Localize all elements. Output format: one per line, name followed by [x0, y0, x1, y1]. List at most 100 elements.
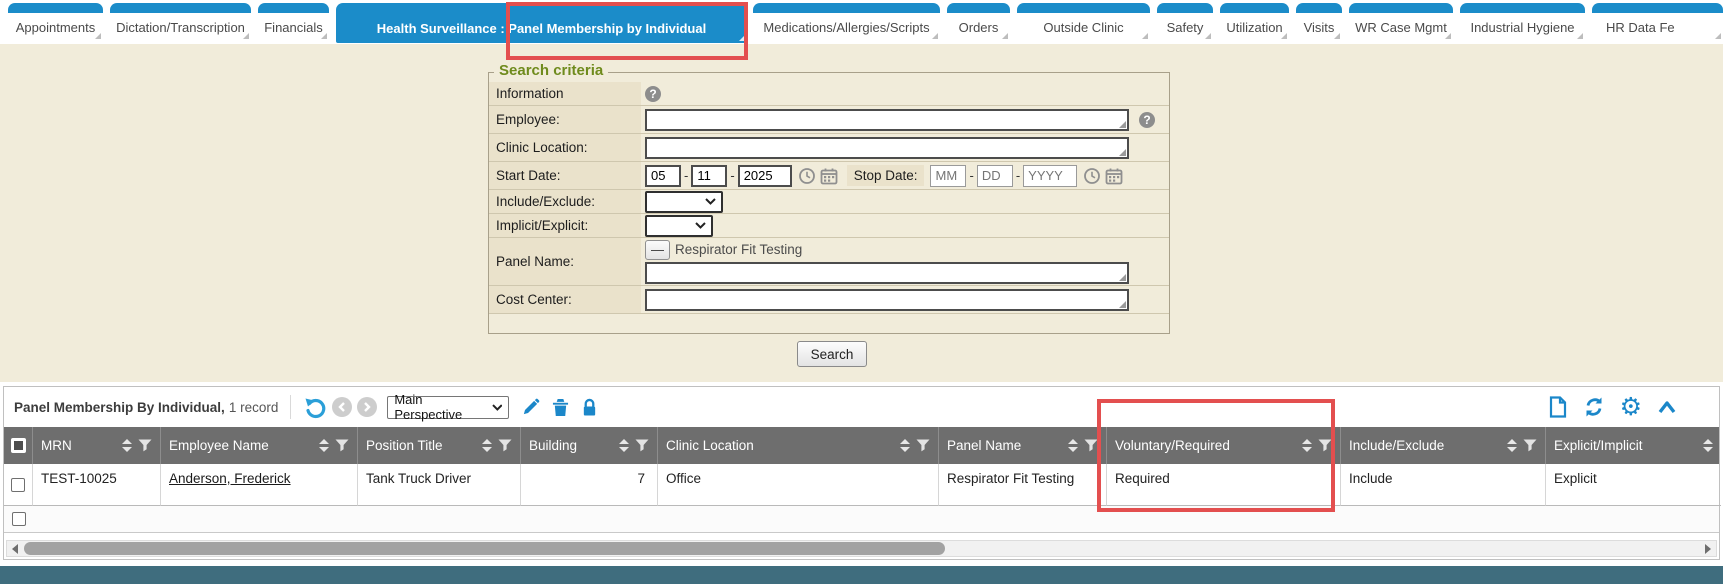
stop-day-input[interactable] [977, 165, 1013, 187]
start-date-label: Start Date: [489, 162, 641, 189]
header-cell-include-exclude: Include/Exclude [1341, 427, 1546, 464]
stop-date-label: Stop Date: [847, 165, 925, 186]
filter-funnel-icon[interactable] [635, 439, 649, 452]
sort-icon[interactable] [1302, 439, 1312, 452]
scroll-left-icon [12, 544, 18, 554]
tab-visits[interactable]: Visits [1296, 3, 1342, 41]
stop-year-input[interactable] [1023, 165, 1077, 187]
tab-dictation-transcription[interactable]: Dictation/Transcription [110, 3, 251, 41]
tab-label: HR Data Fe [1606, 20, 1675, 35]
column-label: Position Title [366, 438, 443, 453]
dropdown-chevron-icon [705, 198, 716, 205]
form-row-clinic-location: Clinic Location: [489, 134, 1169, 162]
cost-center-label: Cost Center: [489, 286, 641, 313]
refresh-icon[interactable] [1583, 396, 1605, 418]
search-button[interactable]: Search [797, 341, 867, 367]
include-exclude-select[interactable] [645, 191, 723, 213]
clinic-location-input[interactable] [645, 137, 1129, 159]
calendar-icon[interactable] [820, 167, 838, 185]
clock-icon[interactable] [1083, 167, 1101, 185]
start-day-input[interactable] [691, 165, 727, 187]
tab-utilization[interactable]: Utilization [1220, 3, 1289, 41]
row-checkbox[interactable] [11, 478, 25, 492]
tab-outside-clinic[interactable]: Outside Clinic [1017, 3, 1150, 41]
horizontal-scrollbar[interactable] [6, 540, 1717, 557]
header-cell-clinic-location: Clinic Location [658, 427, 939, 464]
gear-icon[interactable]: ⚙ [1620, 397, 1642, 417]
employee-link[interactable]: Anderson, Frederick [169, 471, 291, 486]
undo-icon[interactable] [303, 395, 327, 419]
previous-page-button[interactable] [332, 397, 352, 417]
tab-hr-data-feed[interactable]: HR Data Fe [1592, 3, 1723, 41]
tab-label: Dictation/Transcription [116, 20, 245, 35]
filter-funnel-icon[interactable] [138, 439, 152, 452]
tab-financials[interactable]: Financials [258, 3, 329, 41]
sort-icon[interactable] [1507, 439, 1517, 452]
select-all-checkbox[interactable] [11, 438, 26, 453]
filter-funnel-icon[interactable] [1084, 439, 1098, 452]
scroll-right-icon [1705, 544, 1711, 554]
next-page-button[interactable] [357, 397, 377, 417]
tab-label: Safety [1167, 20, 1204, 35]
column-label: Employee Name [169, 438, 269, 453]
window-footer-bar [0, 566, 1723, 584]
tab-label: Appointments [16, 20, 96, 35]
perspective-select[interactable]: Main Perspective [387, 396, 509, 419]
scroll-right-button[interactable] [1700, 541, 1716, 556]
tab-safety[interactable]: Safety [1157, 3, 1213, 41]
delete-perspective-button[interactable] [552, 398, 569, 417]
employee-label: Employee: [489, 106, 641, 133]
dropdown-chevron-icon [492, 404, 503, 411]
tab-health-surveillance-panel-membership[interactable]: Health Surveillance : Panel Membership b… [336, 3, 747, 43]
empty-table-row [4, 506, 1719, 533]
tab-medications-allergies-scripts[interactable]: Medications/Allergies/Scripts [753, 3, 940, 41]
tab-industrial-hygiene[interactable]: Industrial Hygiene [1460, 3, 1585, 41]
scroll-left-button[interactable] [7, 541, 23, 556]
lock-perspective-button[interactable] [581, 398, 598, 417]
calendar-icon[interactable] [1105, 167, 1123, 185]
start-month-input[interactable] [645, 165, 681, 187]
filter-funnel-icon[interactable] [498, 439, 512, 452]
sort-icon[interactable] [482, 439, 492, 452]
tab-wr-case-mgmt[interactable]: WR Case Mgmt [1349, 3, 1453, 41]
help-icon[interactable]: ? [1139, 112, 1155, 128]
cost-center-input[interactable] [645, 289, 1129, 311]
sort-icon[interactable] [900, 439, 910, 452]
results-panel: Panel Membership By Individual, 1 record… [3, 386, 1720, 560]
filter-funnel-icon[interactable] [335, 439, 349, 452]
record-count: 1 record [229, 400, 279, 415]
sort-icon[interactable] [319, 439, 329, 452]
panel-name-input[interactable] [645, 262, 1129, 284]
cell-clinic-location: Office [658, 464, 939, 506]
sort-icon[interactable] [1703, 439, 1713, 452]
filter-funnel-icon[interactable] [1318, 439, 1332, 452]
panel-name-label: Panel Name: [489, 238, 641, 285]
implicit-explicit-select[interactable] [645, 215, 713, 237]
date-separator: - [684, 168, 688, 183]
tab-appointments[interactable]: Appointments [8, 3, 103, 41]
stop-month-input[interactable] [930, 165, 966, 187]
new-document-icon[interactable] [1548, 396, 1568, 418]
tab-label: Financials [264, 20, 323, 35]
include-exclude-label: Include/Exclude: [489, 190, 641, 213]
filter-funnel-icon[interactable] [1523, 439, 1537, 452]
help-icon[interactable]: ? [645, 86, 661, 102]
sort-icon[interactable] [122, 439, 132, 452]
sort-icon[interactable] [619, 439, 629, 452]
start-year-input[interactable] [738, 165, 792, 187]
employee-input[interactable] [645, 109, 1129, 131]
collapse-icon[interactable] [1657, 400, 1677, 414]
edit-perspective-button[interactable] [521, 398, 540, 417]
filter-funnel-icon[interactable] [916, 439, 930, 452]
selected-panel-name: Respirator Fit Testing [675, 242, 802, 257]
column-label: Clinic Location [666, 438, 754, 453]
sort-icon[interactable] [1068, 439, 1078, 452]
clock-icon[interactable] [798, 167, 816, 185]
row-checkbox[interactable] [12, 512, 26, 526]
clinic-location-label: Clinic Location: [489, 134, 641, 161]
tab-orders[interactable]: Orders [947, 3, 1010, 41]
header-cell-explicit-implicit: Explicit/Implicit [1546, 427, 1721, 464]
app-window: Appointments Dictation/Transcription Fin… [0, 0, 1723, 584]
remove-panel-button[interactable]: — [645, 240, 670, 260]
scrollbar-thumb[interactable] [24, 542, 945, 555]
